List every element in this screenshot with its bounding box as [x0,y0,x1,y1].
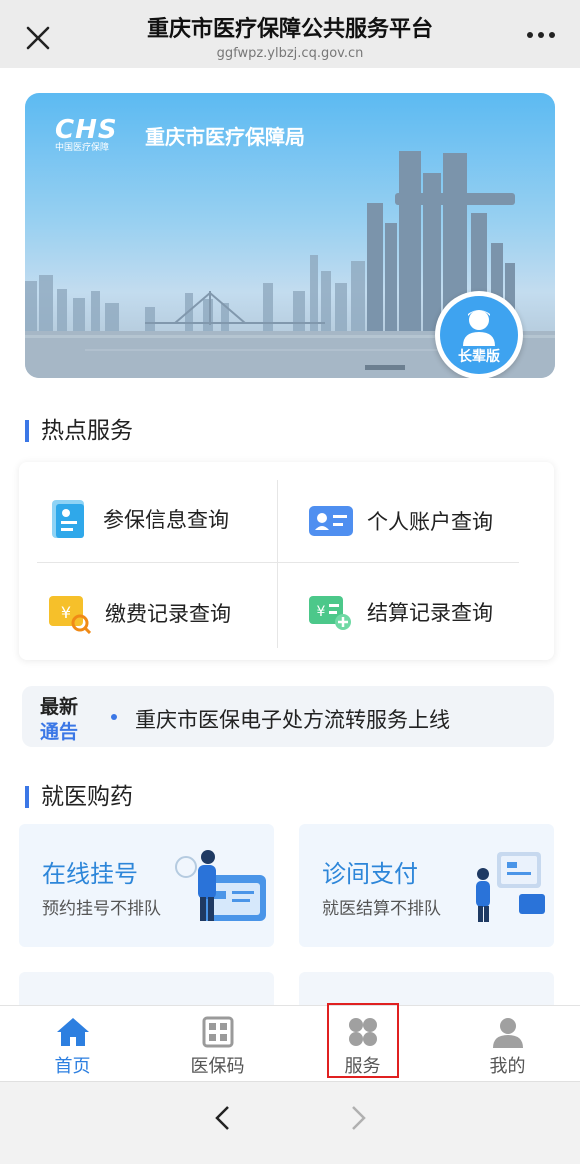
notice-bar[interactable]: 最新 通告 重庆市医保电子处方流转服务上线 [22,686,554,747]
elder-mode-label: 长辈版 [458,349,500,365]
service-label: 缴费记录查询 [105,602,231,626]
svg-text:¥: ¥ [317,604,326,620]
elder-mode-button[interactable]: 长辈版 [435,291,523,378]
tab-label: 首页 [54,1056,91,1077]
insurance-info-icon [52,500,84,538]
card-title: 在线挂号 [42,860,138,888]
bureau-name: 重庆市医疗保障局 [145,125,305,149]
user-icon [493,1018,523,1048]
notice-text[interactable]: 重庆市医保电子处方流转服务上线 [135,704,450,734]
hero-banner: CHS 中国医疗保障 重庆市医疗保障局 长辈版 [25,93,555,378]
tab-medical-code[interactable]: 医保码 [145,1006,290,1082]
main-content: CHS 中国医疗保障 重庆市医疗保障局 长辈版 热点服务 参保信息查询 个人账户… [0,68,580,1012]
clinic-payment-card[interactable]: 诊间支付 就医结算不排队 [299,824,554,947]
registration-illustration [175,850,266,921]
chs-logo: CHS 中国医疗保障 [55,115,118,153]
divider [277,480,278,648]
divider [37,562,519,563]
notice-bullet [111,714,117,720]
service-payment-record[interactable]: ¥ 缴费记录查询 [49,592,231,634]
bottom-tab-bar: 首页 医保码 服务 我的 [0,1005,580,1082]
highlight-box [327,1003,399,1078]
settlement-record-icon: ¥ [309,596,351,630]
notice-tag-bulletin: 通告 [40,721,79,743]
tab-label: 医保码 [190,1056,245,1077]
payment-illustration [476,852,545,922]
svg-text:¥: ¥ [61,603,71,622]
qr-code-icon [202,1016,234,1048]
tab-home[interactable]: 首页 [0,1006,145,1082]
hot-services-title: 热点服务 [25,420,133,443]
service-personal-account[interactable]: 个人账户查询 [309,504,493,538]
card-subtitle: 预约挂号不排队 [42,899,161,919]
service-label: 个人账户查询 [367,510,493,534]
back-arrow-icon[interactable] [212,1104,234,1132]
home-icon [57,1018,89,1046]
forward-arrow-icon[interactable] [347,1104,369,1132]
tab-label: 我的 [489,1056,526,1077]
card-title: 诊间支付 [322,860,418,888]
service-settlement-record[interactable]: ¥ 结算记录查询 [309,592,493,632]
browser-nav-bar [0,1081,580,1164]
close-icon[interactable] [22,22,54,54]
more-options-icon[interactable] [526,30,556,40]
service-insurance-info[interactable]: 参保信息查询 [49,498,229,540]
hot-services-card: 参保信息查询 个人账户查询 ¥ 缴费记录查询 ¥ 结算记录查询 [19,462,554,660]
notice-tag-latest: 最新 [40,696,79,718]
service-label: 参保信息查询 [103,508,229,532]
service-label: 结算记录查询 [367,601,493,625]
tab-mine[interactable]: 我的 [435,1006,580,1082]
browser-header: 重庆市医疗保障公共服务平台 ggfwpz.ylbzj.cq.gov.cn [0,0,580,68]
payment-search-icon: ¥ [49,596,91,634]
title-block: 重庆市医疗保障公共服务平台 ggfwpz.ylbzj.cq.gov.cn [90,16,490,62]
card-subtitle: 就医结算不排队 [322,899,441,919]
page-url: ggfwpz.ylbzj.cq.gov.cn [216,46,364,61]
page-title: 重庆市医疗保障公共服务平台 [146,17,433,42]
online-registration-card[interactable]: 在线挂号 预约挂号不排队 [19,824,274,947]
medical-section-title: 就医购药 [25,786,133,809]
id-card-icon [309,506,353,536]
